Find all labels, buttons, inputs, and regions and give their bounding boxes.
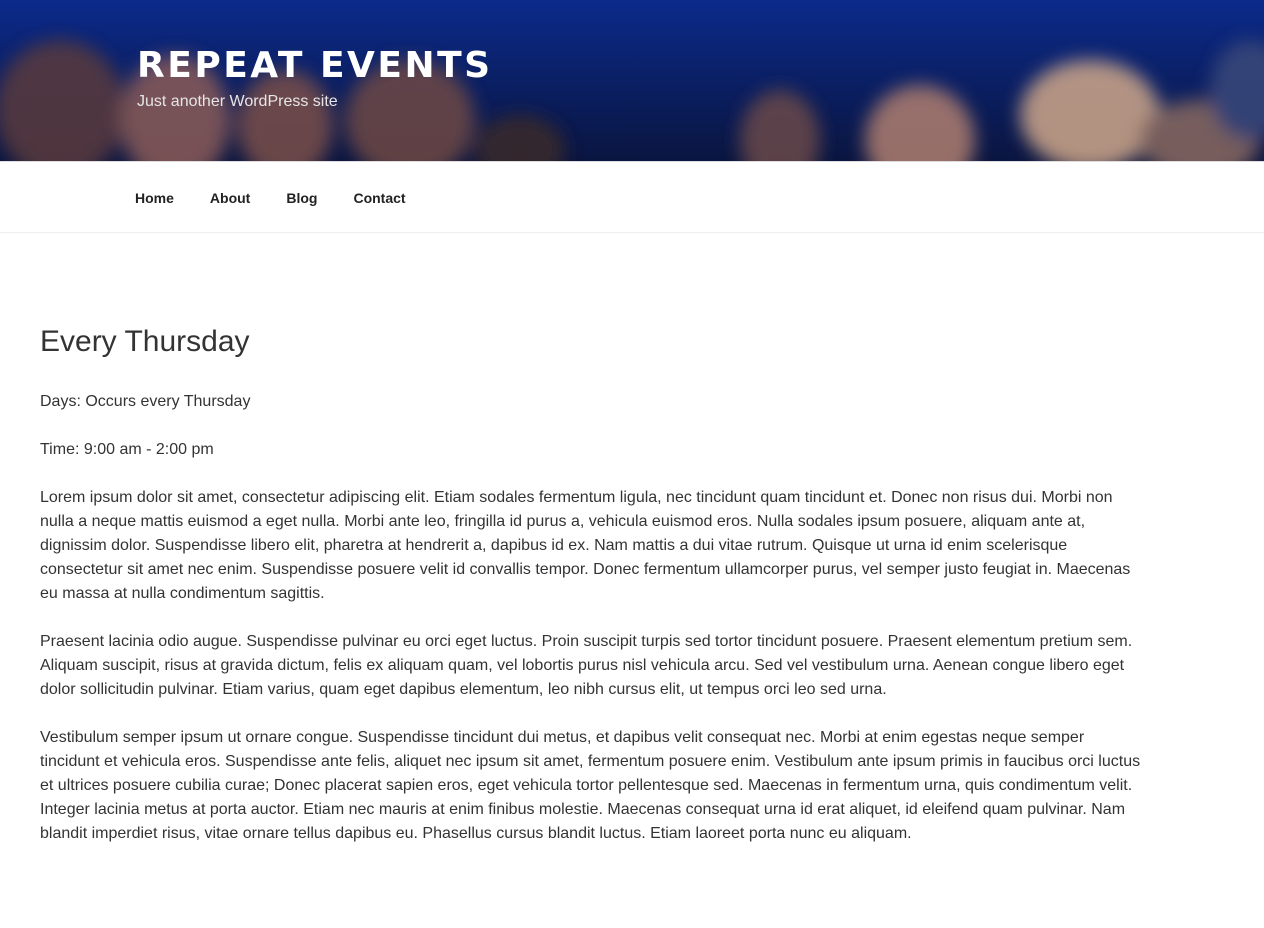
event-time: Time: 9:00 am - 2:00 pm (40, 441, 214, 458)
main-navigation: Home About Blog Contact (0, 161, 1264, 233)
post-paragraph: Praesent lacinia odio augue. Suspendisse… (40, 633, 1133, 698)
nav-item-blog[interactable]: Blog (268, 184, 335, 212)
nav-item-home[interactable]: Home (117, 184, 192, 212)
site-branding: Repeat Events Just another WordPress sit… (137, 44, 493, 112)
nav-item-contact[interactable]: Contact (335, 184, 423, 212)
nav-item-about[interactable]: About (192, 184, 268, 212)
post-body: Days: Occurs every Thursday Time: 9:00 a… (40, 390, 1145, 846)
post-paragraph: Vestibulum semper ipsum ut ornare congue… (40, 729, 1141, 842)
post-content-area: Every Thursday Days: Occurs every Thursd… (40, 320, 1145, 870)
post-title: Every Thursday (40, 325, 250, 358)
event-days: Days: Occurs every Thursday (40, 393, 251, 410)
site-title[interactable]: Repeat Events (137, 44, 493, 88)
nav-menu: Home About Blog Contact (117, 184, 424, 212)
site-header: Repeat Events Just another WordPress sit… (0, 0, 1264, 161)
site-description: Just another WordPress site (137, 93, 338, 110)
post-paragraph: Lorem ipsum dolor sit amet, consectetur … (40, 489, 1131, 602)
